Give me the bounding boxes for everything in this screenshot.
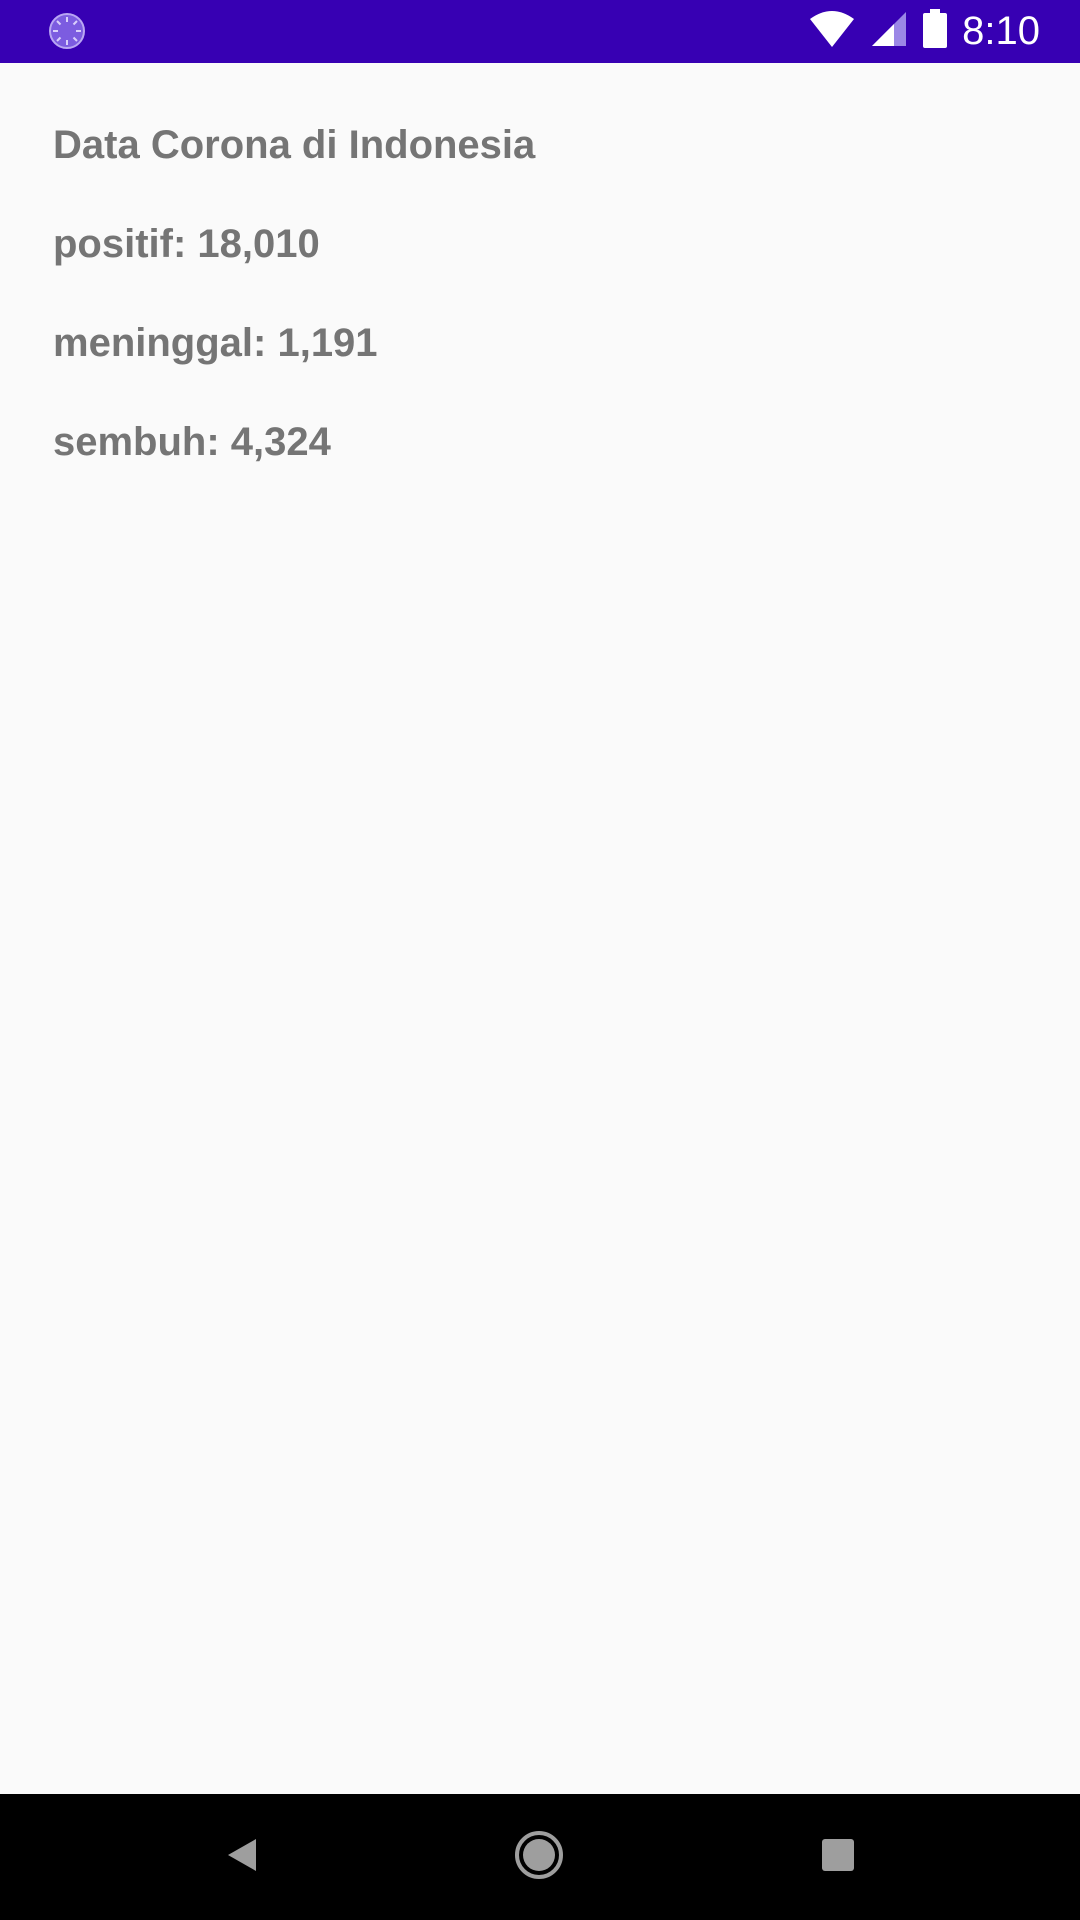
battery-icon [922, 9, 948, 54]
back-icon [224, 1835, 260, 1880]
recents-button[interactable] [775, 1794, 901, 1920]
home-icon [513, 1829, 565, 1886]
main-content: Data Corona di Indonesia positif: 18,010… [0, 63, 1080, 1793]
positive-count: positif: 18,010 [53, 222, 320, 266]
recovered-count: sembuh: 4,324 [53, 420, 331, 464]
cellular-signal-icon [870, 10, 908, 53]
status-time: 8:10 [962, 9, 1040, 53]
back-button[interactable] [179, 1794, 305, 1920]
recents-icon [820, 1837, 856, 1878]
home-button[interactable] [476, 1794, 602, 1920]
status-right-group: 8:10 [808, 0, 1040, 63]
status-bar: 8:10 [0, 0, 1080, 63]
deaths-count: meninggal: 1,191 [53, 321, 378, 365]
navigation-bar [0, 1794, 1080, 1920]
loading-indicator-icon [48, 12, 86, 50]
wifi-icon [808, 9, 856, 54]
page-title: Data Corona di Indonesia [53, 123, 536, 167]
